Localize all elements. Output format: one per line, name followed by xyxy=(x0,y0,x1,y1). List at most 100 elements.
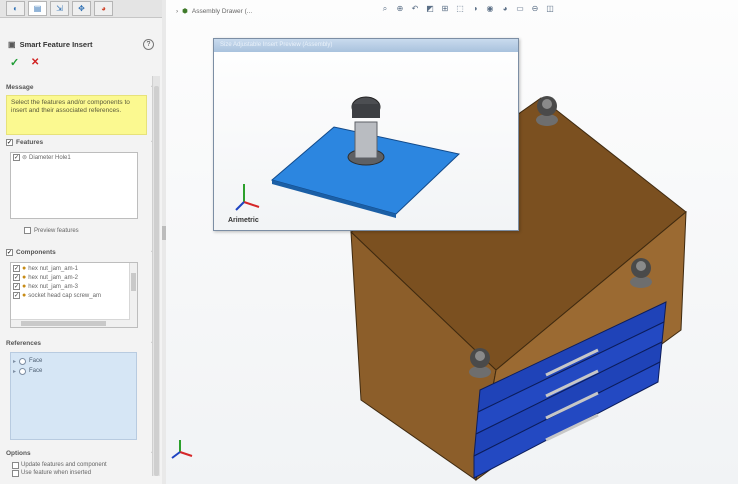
preview-window-body[interactable]: Arimetric xyxy=(214,52,518,230)
references-list[interactable]: ▸ Face ▸ Face xyxy=(10,352,137,440)
cancel-button[interactable]: ✕ xyxy=(31,57,39,68)
part-icon: ● xyxy=(22,265,27,272)
heads-up-toolbar: ⌕ ⊕ ↶ ◩ ⊞ ⬚ ◑ ◉ ◕ ▭ ⊖ ◫ xyxy=(380,4,555,14)
display-pane-icon[interactable]: ◫ xyxy=(545,4,555,14)
features-label: Features xyxy=(16,139,44,146)
component-item-label: hex nut_jam_am-3 xyxy=(28,283,78,290)
component-item-label: socket head cap screw_am xyxy=(28,292,101,299)
components-list[interactable]: ✓ ● hex nut_jam_am-1 ✓ ● hex nut_jam_am-… xyxy=(10,262,138,328)
preview-window-title[interactable]: Size Adjustable Insert Preview (Assembly… xyxy=(214,39,518,52)
tab-property-manager[interactable]: ▤ xyxy=(28,1,47,16)
panel-scrollbar[interactable] xyxy=(152,76,160,476)
components-hscrollbar[interactable] xyxy=(11,319,137,327)
list-item[interactable]: ▸ Face xyxy=(13,356,134,366)
tab-configuration-manager[interactable]: ⇲ xyxy=(50,1,69,16)
cabinet-knob-1[interactable] xyxy=(536,96,558,126)
panel-title: Smart Feature Insert xyxy=(19,40,93,49)
cabinet-knob-3[interactable] xyxy=(469,348,491,378)
component-item-label: hex nut_jam_am-2 xyxy=(28,274,78,281)
panel-tabbar: ◐ ▤ ⇲ ✥ ◕ xyxy=(0,0,162,18)
configuration-icon: ⇲ xyxy=(56,4,63,13)
features-checkbox-icon: ✓ xyxy=(6,139,13,146)
preview-brand-label: Arimetric xyxy=(228,217,259,224)
graphics-viewport[interactable]: Size Adjustable Insert Preview (Assembly… xyxy=(166,0,738,484)
cabinet-knob-2[interactable] xyxy=(630,258,652,288)
list-item[interactable]: ▸ Face xyxy=(13,366,134,376)
face-reference-icon xyxy=(19,357,27,365)
help-button[interactable]: ? xyxy=(143,39,154,50)
hole-feature-icon: ⊚ xyxy=(22,155,28,161)
message-label: Message xyxy=(6,84,34,91)
preview-bolt-shank xyxy=(354,121,378,159)
expand-icon[interactable]: ▸ xyxy=(13,368,16,375)
list-item[interactable]: ✓ ⊚ Diameter Hole1 xyxy=(11,153,137,162)
zoom-area-icon[interactable]: ⊕ xyxy=(395,4,405,14)
references-label: References xyxy=(6,340,42,347)
expand-icon[interactable]: ▸ xyxy=(13,358,16,365)
face-reference-icon xyxy=(19,367,27,375)
panel-title-row: ▣ Smart Feature Insert xyxy=(8,40,93,49)
list-item[interactable]: ✓ ● socket head cap screw_am xyxy=(11,291,137,300)
option-item-label: Use feature when inserted xyxy=(21,470,92,476)
insert-preview-window[interactable]: Size Adjustable Insert Preview (Assembly… xyxy=(213,38,519,231)
item-checkbox[interactable]: ✓ xyxy=(13,274,20,281)
feature-tree-icon: ◐ xyxy=(13,4,18,13)
reference-item-label: Face xyxy=(29,358,43,364)
zoom-fit-icon[interactable]: ⌕ xyxy=(380,4,390,14)
tab-feature-manager[interactable]: ◐ xyxy=(6,1,25,16)
components-checkbox-icon: ✓ xyxy=(6,249,13,256)
tab-display-manager[interactable]: ◕ xyxy=(94,1,113,16)
message-box: Select the features and/or components to… xyxy=(6,95,147,135)
item-checkbox[interactable]: ✓ xyxy=(13,154,20,161)
list-item[interactable]: Use feature when inserted xyxy=(10,469,107,477)
tab-dimxpert[interactable]: ✥ xyxy=(72,1,91,16)
option-checkbox[interactable] xyxy=(12,469,19,477)
preview-features-option[interactable]: Preview features xyxy=(24,227,79,234)
view-triad-icon xyxy=(171,440,193,459)
display-style-icon[interactable]: ◑ xyxy=(470,4,480,14)
preview-features-label: Preview features xyxy=(34,227,79,234)
list-item[interactable]: ✓ ● hex nut_jam_am-2 xyxy=(11,273,137,282)
assembly-title: Assembly Drawer (... xyxy=(191,7,253,15)
list-item[interactable]: ✓ ● hex nut_jam_am-3 xyxy=(11,282,137,291)
preview-model xyxy=(235,96,461,218)
item-checkbox[interactable]: ✓ xyxy=(13,292,20,299)
property-manager-icon: ▤ xyxy=(33,4,42,13)
options-section-header[interactable]: Options xyxy=(6,450,31,457)
vscroll-thumb[interactable] xyxy=(131,273,136,291)
dynamic-annotation-icon[interactable]: ⊞ xyxy=(440,4,450,14)
apply-scene-icon[interactable]: ▭ xyxy=(515,4,525,14)
preview-triad-icon xyxy=(235,184,260,211)
part-icon: ● xyxy=(22,274,27,281)
view-orientation-icon[interactable]: ⬚ xyxy=(455,4,465,14)
panel-scroll-thumb[interactable] xyxy=(154,86,159,476)
components-label: Components xyxy=(16,249,56,256)
hscroll-thumb[interactable] xyxy=(21,321,106,326)
features-list[interactable]: ✓ ⊚ Diameter Hole1 xyxy=(10,152,138,219)
hide-show-icon[interactable]: ◉ xyxy=(485,4,495,14)
list-item[interactable]: ✓ ● hex nut_jam_am-1 xyxy=(11,264,137,273)
feature-item-label: Diameter Hole1 xyxy=(29,154,71,161)
dimxpert-icon: ✥ xyxy=(78,4,85,13)
feature-tree-breadcrumb[interactable]: › ⬢ Assembly Drawer (... xyxy=(176,7,253,16)
edit-appearance-icon[interactable]: ◕ xyxy=(500,4,510,14)
option-checkbox[interactable] xyxy=(12,461,19,469)
item-checkbox[interactable]: ✓ xyxy=(13,283,20,290)
expand-arrow-icon: › xyxy=(176,7,179,15)
item-checkbox[interactable]: ✓ xyxy=(13,265,20,272)
view-settings-icon[interactable]: ⊖ xyxy=(530,4,540,14)
components-section-header[interactable]: ✓ Components xyxy=(6,249,56,256)
preview-features-checkbox[interactable] xyxy=(24,227,31,234)
previous-view-icon[interactable]: ↶ xyxy=(410,4,420,14)
preview-bolt-head-side xyxy=(352,104,380,118)
message-section-header[interactable]: Message xyxy=(6,84,33,91)
reference-item-label: Face xyxy=(29,368,43,374)
list-item[interactable]: Update features and component xyxy=(10,461,107,469)
components-vscrollbar[interactable] xyxy=(129,263,137,320)
section-view-icon[interactable]: ◩ xyxy=(425,4,435,14)
part-icon: ● xyxy=(22,292,27,299)
ok-button[interactable]: ✓ xyxy=(10,56,19,69)
components-rows: ✓ ● hex nut_jam_am-1 ✓ ● hex nut_jam_am-… xyxy=(11,263,137,300)
references-section-header[interactable]: References xyxy=(6,340,41,347)
features-section-header[interactable]: ✓ Features xyxy=(6,139,43,146)
